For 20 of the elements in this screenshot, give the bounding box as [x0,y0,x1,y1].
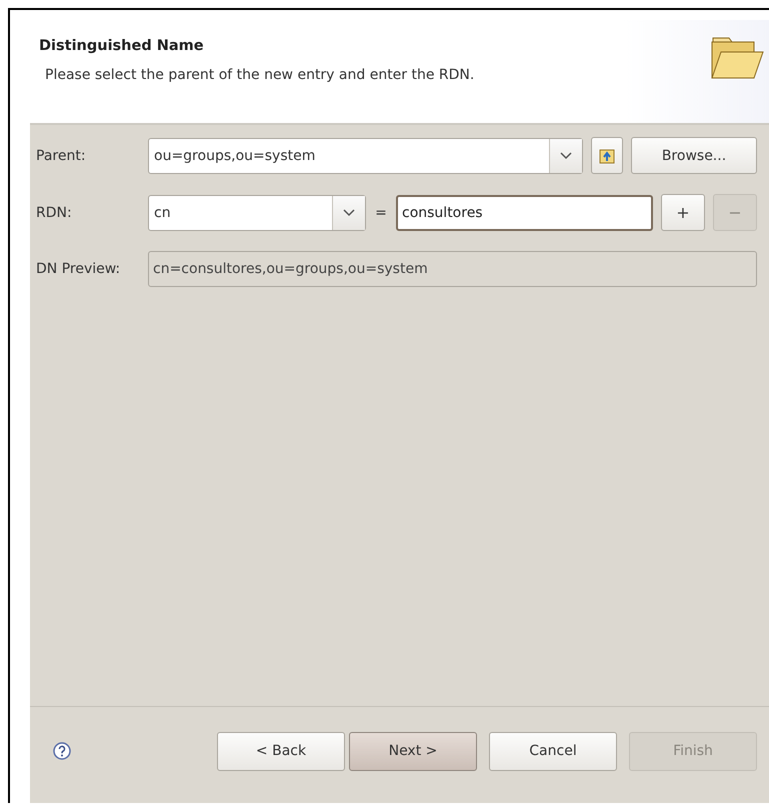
wizard-button[interactable]: Cancel [489,732,617,770]
attribute-combo[interactable]: cn [148,194,366,230]
wizard-button[interactable]: < Back [217,732,345,770]
field-label: Parent: [36,148,87,164]
field-label: DN Preview: [36,261,122,277]
parent-combo[interactable]: ou=groups,ou=system [148,138,583,174]
page-title: Distinguished Name [39,38,205,54]
preview-field[interactable]: cn=consultores,ou=groups,ou=system [148,251,757,287]
chevron-icon [343,208,355,216]
equals-sign: = [374,204,388,220]
browse-button[interactable]: Browse... [631,137,757,174]
page-description: Please select the parent of the new entry and enter the RDN. [44,67,474,83]
field-label: RDN: [36,204,73,220]
folder-up-icon [599,146,615,164]
chevron-icon [560,152,572,160]
up-button[interactable] [591,137,623,174]
help-icon[interactable] [52,741,72,761]
wizard-button[interactable]: Next > [349,732,477,770]
add-button[interactable]: + [661,194,705,231]
value-field[interactable]: consultores [396,194,653,230]
